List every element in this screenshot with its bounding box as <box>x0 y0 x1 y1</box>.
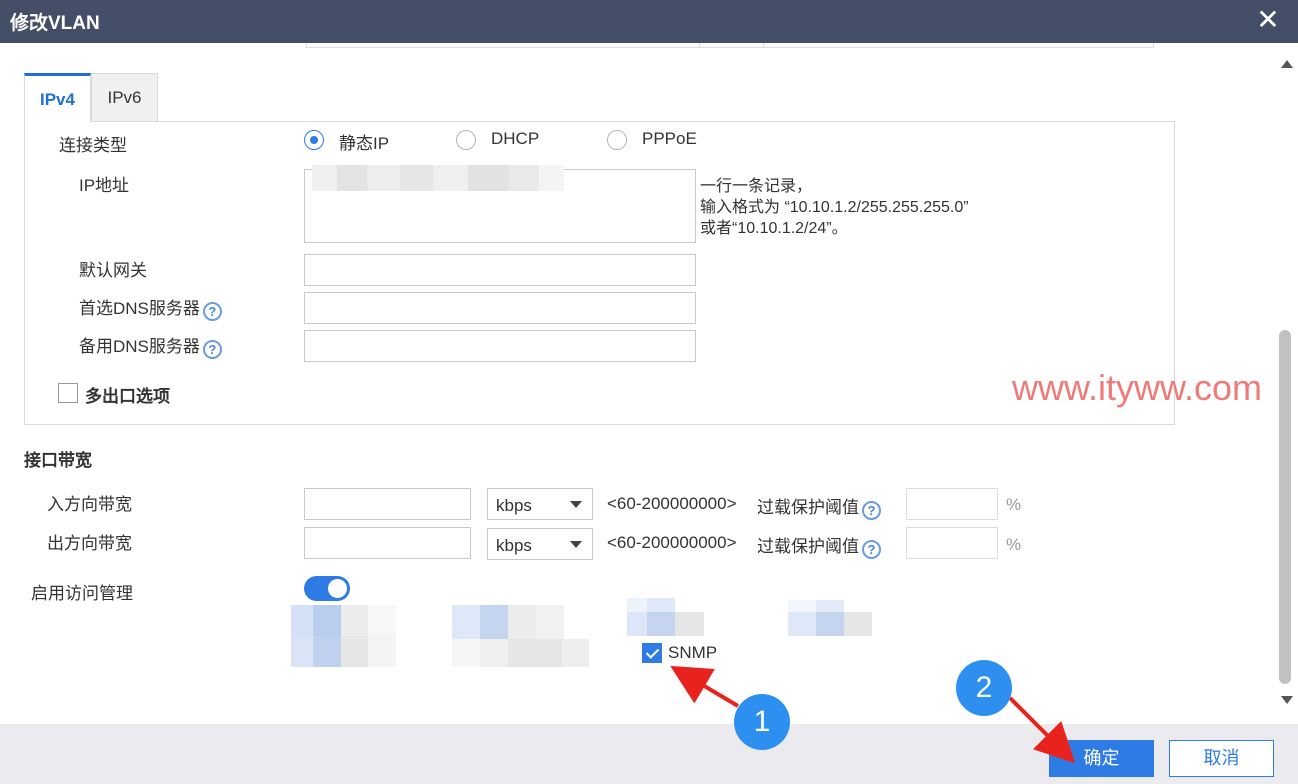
inbound-overload-label: 过载保护阈值 <box>757 498 859 517</box>
inbound-bandwidth-label: 入方向带宽 <box>47 495 132 514</box>
watermark: www.ityww.com <box>1012 367 1263 408</box>
multi-exit-label: 多出口选项 <box>85 387 170 406</box>
radio-dhcp-label: DHCP <box>491 129 540 148</box>
redacted-option-3 <box>627 598 704 636</box>
inbound-range: <60-200000000> <box>607 494 737 513</box>
close-icon[interactable]: ✕ <box>1254 6 1282 34</box>
inbound-unit-value: kbps <box>496 496 532 515</box>
outbound-unit-value: kbps <box>496 536 532 555</box>
radio-dhcp[interactable] <box>456 130 476 150</box>
radio-static-ip-label: 静态IP <box>339 134 390 153</box>
dns1-input[interactable] <box>304 292 696 324</box>
outbound-overload-input[interactable] <box>906 527 998 559</box>
ip-format-hint: 一行一条记录， 输入格式为 “10.10.1.2/255.255.255.0” … <box>700 176 969 239</box>
vertical-scrollbar[interactable] <box>1276 48 1298 716</box>
dns1-label-row: 首选DNS服务器? <box>79 294 222 321</box>
outbound-unit-select[interactable]: kbps <box>487 528 593 560</box>
inbound-bandwidth-input[interactable] <box>304 488 471 520</box>
outbound-overload-label-row: 过载保护阈值? <box>757 532 881 559</box>
inbound-percent: % <box>1006 495 1022 514</box>
cancel-button[interactable]: 取消 <box>1169 740 1274 777</box>
inbound-unit-select[interactable]: kbps <box>487 488 593 520</box>
dialog-title: 修改VLAN <box>10 13 100 34</box>
scroll-down-icon[interactable] <box>1281 696 1293 704</box>
dns1-help-icon[interactable]: ? <box>202 302 222 321</box>
inbound-overload-label-row: 过载保护阈值? <box>757 493 881 520</box>
redacted-ip-value <box>312 165 564 191</box>
redacted-option-2 <box>452 605 589 667</box>
dns1-label: 首选DNS服务器 <box>79 299 200 318</box>
tab-ipv4[interactable]: IPv4 <box>24 73 91 122</box>
ip-address-label: IP地址 <box>79 176 130 195</box>
outbound-overload-help-icon[interactable]: ? <box>862 540 881 559</box>
dns2-label-row: 备用DNS服务器? <box>79 332 222 359</box>
snmp-checkbox[interactable] <box>642 643 662 663</box>
redacted-option-1 <box>291 605 396 667</box>
title-bar: 修改VLAN ✕ <box>0 0 1298 43</box>
confirm-button[interactable]: 确定 <box>1049 740 1154 777</box>
access-management-toggle[interactable] <box>304 576 350 601</box>
outbound-bandwidth-input[interactable] <box>304 527 471 559</box>
gateway-input[interactable] <box>304 254 696 286</box>
inbound-overload-help-icon[interactable]: ? <box>862 501 881 520</box>
gateway-label: 默认网关 <box>79 261 147 280</box>
chevron-down-icon <box>570 541 582 548</box>
arrow-to-snmp <box>670 665 740 708</box>
redacted-option-4 <box>788 600 872 636</box>
step-1-badge: 1 <box>734 694 790 750</box>
multi-exit-checkbox[interactable] <box>58 383 78 403</box>
dns2-input[interactable] <box>304 330 696 362</box>
hint-line-3: 或者“10.10.1.2/24”。 <box>700 220 848 237</box>
radio-pppoe[interactable] <box>607 130 627 150</box>
scroll-up-icon[interactable] <box>1281 60 1293 68</box>
tab-ipv6[interactable]: IPv6 <box>91 73 158 122</box>
dns2-help-icon[interactable]: ? <box>202 340 222 359</box>
bandwidth-section-title: 接口带宽 <box>24 451 92 470</box>
snmp-label: SNMP <box>668 643 718 662</box>
hint-line-2: 输入格式为 “10.10.1.2/255.255.255.0” <box>700 199 969 216</box>
hint-line-1: 一行一条记录， <box>700 178 813 195</box>
scroll-thumb[interactable] <box>1279 330 1291 684</box>
previous-row-strip <box>306 43 1154 48</box>
outbound-range: <60-200000000> <box>607 533 737 552</box>
dns2-label: 备用DNS服务器 <box>79 337 200 356</box>
radio-static-ip[interactable] <box>304 130 324 150</box>
access-management-label: 启用访问管理 <box>31 584 133 603</box>
connection-type-label: 连接类型 <box>59 136 127 155</box>
step-2-badge: 2 <box>956 660 1012 716</box>
outbound-bandwidth-label: 出方向带宽 <box>47 534 132 553</box>
outbound-overload-label: 过载保护阈值 <box>757 537 859 556</box>
chevron-down-icon <box>570 501 582 508</box>
radio-pppoe-label: PPPoE <box>642 129 697 148</box>
outbound-percent: % <box>1006 535 1022 554</box>
inbound-overload-input[interactable] <box>906 488 998 520</box>
